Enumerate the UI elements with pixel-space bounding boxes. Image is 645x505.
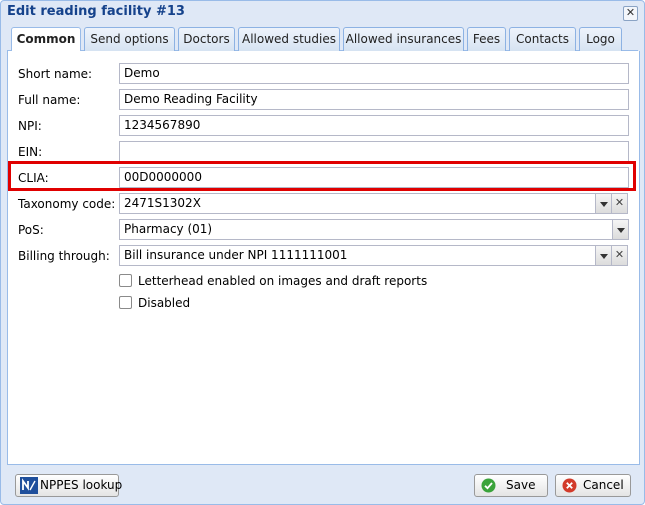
tab-label: Contacts <box>516 32 569 46</box>
tab-allowed-studies[interactable]: Allowed studies <box>238 27 340 51</box>
nppes-lookup-label: NPPES lookup <box>40 478 123 492</box>
cancel-button-label: Cancel <box>583 478 624 492</box>
dialog-footer: NPPES lookup Save Cancel <box>1 465 644 505</box>
billing-through-combo[interactable]: Bill insurance under NPI 1111111001 <box>119 245 596 266</box>
tab-contacts[interactable]: Contacts <box>509 27 576 51</box>
check-icon <box>481 478 496 493</box>
clia-label: CLIA: <box>18 171 49 185</box>
tab-send-options[interactable]: Send options <box>84 27 175 51</box>
tab-label: Send options <box>90 32 169 46</box>
pos-dropdown-icon[interactable] <box>613 219 629 240</box>
taxonomy-code-combo[interactable]: 2471S1302X <box>119 193 596 214</box>
tab-logo[interactable]: Logo <box>579 27 622 51</box>
tab-common[interactable]: Common <box>11 27 81 52</box>
dialog-title: Edit reading facility #13 <box>7 4 185 19</box>
close-icon: ✕ <box>625 6 636 19</box>
taxonomy-code-label: Taxonomy code: <box>18 197 116 211</box>
taxonomy-dropdown-icon[interactable] <box>596 193 612 214</box>
common-tab-panel: Short name: Demo Full name: Demo Reading… <box>7 51 640 465</box>
dialog-titlebar[interactable]: Edit reading facility #13 ✕ <box>1 1 644 25</box>
save-button[interactable]: Save <box>474 474 548 497</box>
ein-field[interactable] <box>119 141 629 162</box>
npi-field[interactable]: 1234567890 <box>119 115 629 136</box>
save-button-label: Save <box>506 478 536 492</box>
nppes-logo-icon <box>20 477 38 494</box>
tab-label: Fees <box>472 32 501 46</box>
full-name-label: Full name: <box>18 93 81 107</box>
tab-strip: Common Send options Doctors Allowed stud… <box>7 25 638 52</box>
close-button[interactable]: ✕ <box>623 6 638 21</box>
pos-label: PoS: <box>18 223 44 237</box>
ein-label: EIN: <box>18 145 43 159</box>
npi-label: NPI: <box>18 119 42 133</box>
tab-label: Allowed studies <box>242 32 336 46</box>
tab-label: Allowed insurances <box>345 32 462 46</box>
billing-clear-icon[interactable]: ✕ <box>612 245 628 266</box>
letterhead-checkbox-label[interactable]: Letterhead enabled on images and draft r… <box>138 274 427 288</box>
disabled-checkbox-label[interactable]: Disabled <box>138 296 190 310</box>
disabled-checkbox[interactable] <box>119 296 132 309</box>
edit-facility-dialog: Edit reading facility #13 ✕ Common Send … <box>0 0 645 505</box>
letterhead-checkbox[interactable] <box>119 274 132 287</box>
full-name-field[interactable]: Demo Reading Facility <box>119 89 629 110</box>
cancel-button[interactable]: Cancel <box>555 474 631 497</box>
short-name-label: Short name: <box>18 67 93 81</box>
billing-dropdown-icon[interactable] <box>596 245 612 266</box>
nppes-lookup-button[interactable]: NPPES lookup <box>15 474 123 497</box>
tab-label: Logo <box>586 32 615 46</box>
billing-through-label: Billing through: <box>18 249 110 263</box>
cancel-icon <box>562 478 577 493</box>
taxonomy-clear-icon[interactable]: ✕ <box>612 193 628 214</box>
pos-combo[interactable]: Pharmacy (01) <box>119 219 613 240</box>
tab-allowed-insurances[interactable]: Allowed insurances <box>343 27 464 51</box>
clia-field[interactable]: 00D0000000 <box>119 167 629 188</box>
tab-fees[interactable]: Fees <box>467 27 506 51</box>
short-name-field[interactable]: Demo <box>119 63 629 84</box>
tab-doctors[interactable]: Doctors <box>178 27 235 51</box>
tab-label: Common <box>16 32 76 46</box>
tab-label: Doctors <box>183 32 230 46</box>
